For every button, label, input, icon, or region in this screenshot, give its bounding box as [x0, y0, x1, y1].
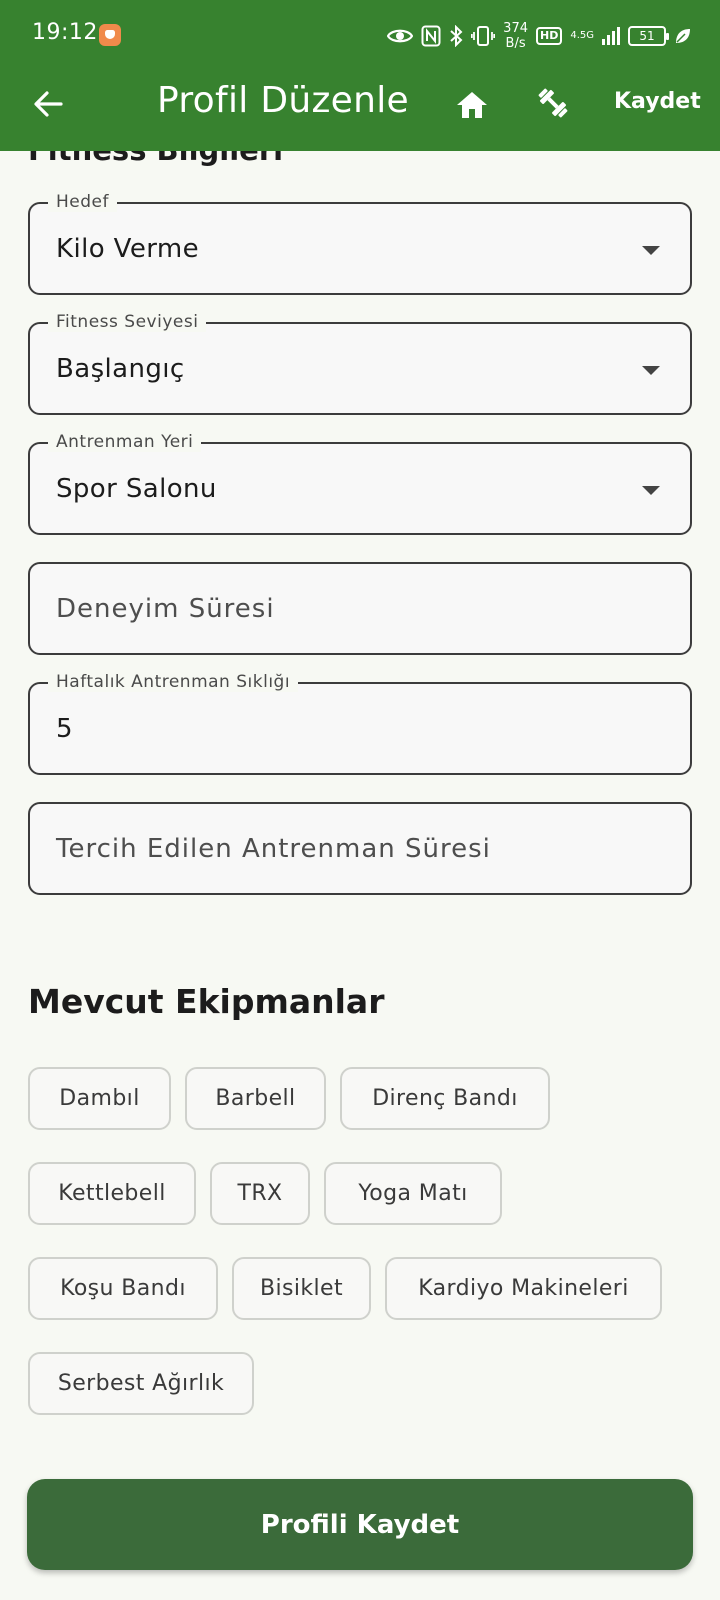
- goal-dropdown[interactable]: Hedef Kilo Verme: [28, 192, 692, 295]
- workout-place-label: Antrenman Yeri: [48, 432, 202, 452]
- equipment-chip[interactable]: TRX: [210, 1162, 310, 1225]
- dropdown-arrow-icon: [642, 486, 660, 495]
- net-speed-unit: B/s: [505, 36, 526, 51]
- status-icons: 374 B/s HD 4.5G 51: [387, 16, 692, 56]
- status-bar: 19:12 374 B/s HD 4.5G 51: [0, 0, 720, 70]
- battery-icon: 51: [628, 26, 669, 46]
- section-title-fitness: Fitness Bilgileri: [28, 151, 283, 167]
- preferred-duration-placeholder: Tercih Edilen Antrenman Süresi: [56, 834, 491, 864]
- weekly-frequency-label: Haftalık Antrenman Sıklığı: [48, 672, 299, 692]
- top-header: 19:12 374 B/s HD 4.5G 51 Profil Düzenle …: [0, 0, 720, 151]
- weekly-frequency-value: 5: [56, 714, 73, 744]
- equipment-chip[interactable]: Bisiklet: [232, 1257, 371, 1320]
- fitness-level-label: Fitness Seviyesi: [48, 312, 207, 332]
- experience-placeholder: Deneyim Süresi: [56, 594, 275, 624]
- edit-profile-form: Fitness Bilgileri Hedef Kilo Verme Fitne…: [0, 151, 720, 1600]
- goal-label: Hedef: [48, 192, 117, 212]
- network-speed: 374 B/s: [503, 21, 528, 51]
- home-icon: [457, 92, 487, 118]
- dropdown-arrow-icon: [642, 246, 660, 255]
- dropdown-arrow-icon: [642, 366, 660, 375]
- leaf-icon: [674, 27, 692, 45]
- network-type-label: 4.5G: [570, 30, 594, 41]
- home-button[interactable]: [449, 82, 495, 128]
- back-button[interactable]: [26, 82, 70, 126]
- dumbbell-icon: [538, 88, 568, 118]
- battery-level: 51: [639, 29, 655, 43]
- equipment-chip[interactable]: Direnç Bandı: [340, 1067, 550, 1130]
- goal-value: Kilo Verme: [56, 234, 199, 264]
- equipment-chip[interactable]: Kardiyo Makineleri: [385, 1257, 662, 1320]
- equipment-chip[interactable]: Kettlebell: [28, 1162, 196, 1225]
- weekly-frequency-field[interactable]: Haftalık Antrenman Sıklığı 5: [28, 672, 692, 775]
- eye-icon: [387, 27, 414, 45]
- equipment-chip[interactable]: Barbell: [185, 1067, 326, 1130]
- hd-voice-badge: HD: [536, 27, 563, 45]
- nfc-icon: [421, 25, 441, 47]
- equipment-chip[interactable]: Yoga Matı: [324, 1162, 502, 1225]
- workout-place-dropdown[interactable]: Antrenman Yeri Spor Salonu: [28, 432, 692, 535]
- app-notification-icon: [99, 24, 121, 46]
- save-profile-button[interactable]: Profili Kaydet: [27, 1479, 693, 1570]
- equipment-chip[interactable]: Serbest Ağırlık: [28, 1352, 254, 1415]
- status-time: 19:12: [32, 20, 98, 45]
- page-title: Profil Düzenle: [157, 80, 409, 121]
- fitness-button[interactable]: [530, 80, 576, 126]
- equipment-chip[interactable]: Dambıl: [28, 1067, 171, 1130]
- fitness-level-value: Başlangıç: [56, 354, 185, 384]
- workout-place-value: Spor Salonu: [56, 474, 217, 504]
- back-arrow-icon: [34, 91, 63, 117]
- app-bar: Profil Düzenle Kaydet: [0, 70, 720, 151]
- equipment-section-title: Mevcut Ekipmanlar: [28, 982, 385, 1021]
- net-speed-value: 374: [503, 21, 528, 36]
- fitness-level-dropdown[interactable]: Fitness Seviyesi Başlangıç: [28, 312, 692, 415]
- signal-strength-icon: [602, 27, 620, 45]
- bluetooth-icon: [449, 25, 463, 47]
- experience-field[interactable]: Deneyim Süresi: [28, 562, 692, 655]
- equipment-chip[interactable]: Koşu Bandı: [28, 1257, 218, 1320]
- vibrate-icon: [471, 25, 496, 47]
- save-action-button[interactable]: Kaydet: [614, 89, 701, 114]
- preferred-duration-field[interactable]: Tercih Edilen Antrenman Süresi: [28, 802, 692, 895]
